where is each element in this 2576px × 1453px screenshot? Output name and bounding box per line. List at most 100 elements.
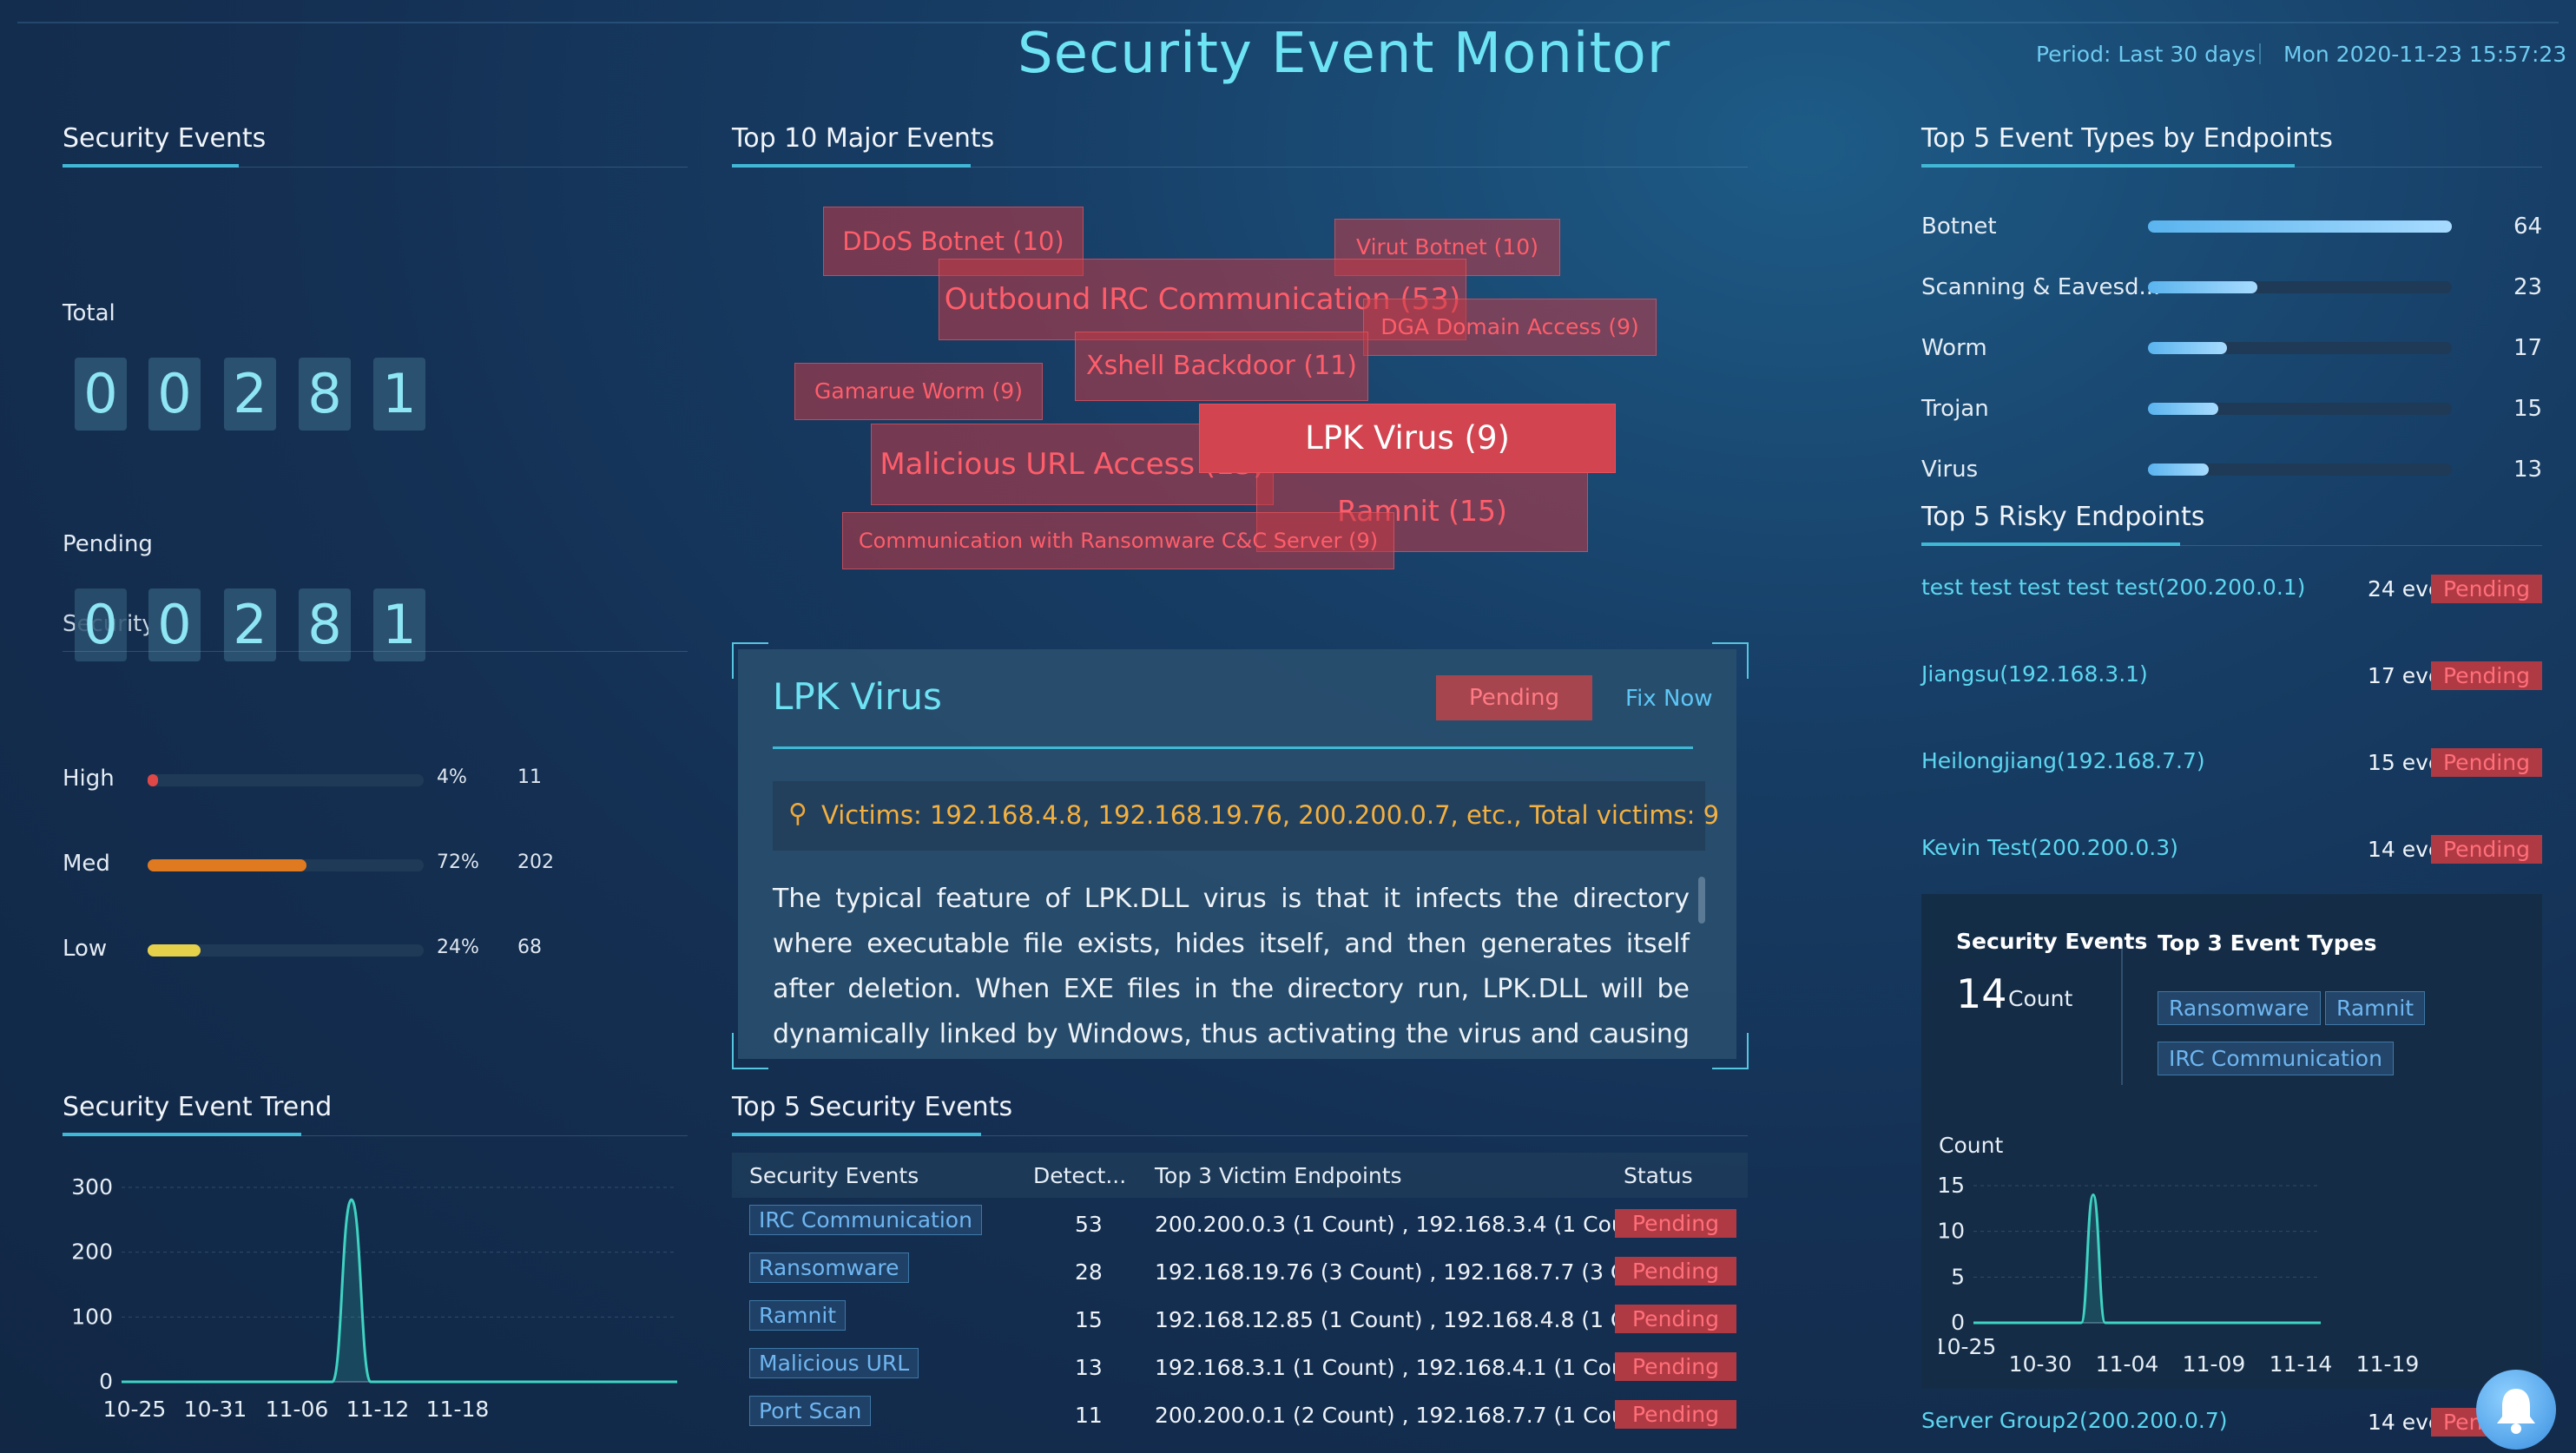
severity-pct: 4%: [437, 766, 467, 788]
x-tick-label: 11-14: [2270, 1351, 2333, 1377]
detect-count: 53: [1075, 1212, 1103, 1237]
column-header[interactable]: Top 3 Victim Endpoints: [1155, 1163, 1402, 1188]
status-badge[interactable]: Pending: [1615, 1257, 1736, 1285]
column-header[interactable]: Detect...: [1033, 1163, 1126, 1188]
event-type-value: 23: [2513, 274, 2543, 300]
type-bar-fill: [2148, 220, 2452, 233]
event-type-tag[interactable]: Port Scan: [749, 1396, 872, 1426]
section-divider: [63, 167, 688, 168]
event-tag[interactable]: DGA Domain Access (9): [1363, 299, 1657, 356]
severity-count: 68: [517, 937, 542, 958]
event-type-label: Botnet: [1921, 214, 1997, 240]
event-type-label: Worm: [1921, 335, 1987, 361]
x-tick-label: 11-04: [2096, 1351, 2159, 1377]
endpoint-name[interactable]: test test test test test(200.200.0.1): [1921, 575, 2305, 600]
event-type-value: 64: [2513, 214, 2543, 240]
risky-endpoints-title-text: Top 5 Risky Endpoints: [1921, 502, 2205, 532]
total-digit: 0: [75, 358, 127, 431]
event-types-title-text: Top 5 Event Types by Endpoints: [1921, 123, 2333, 154]
status-badge[interactable]: Pending: [1615, 1209, 1736, 1238]
event-types-title: Top 5 Event Types by Endpoints: [1921, 123, 2333, 168]
security-events-title: Security Events: [63, 123, 266, 168]
event-tag[interactable]: Gamarue Worm (9): [794, 363, 1043, 420]
severity-bar-track: [148, 774, 424, 786]
y-tick-label: 200: [71, 1239, 113, 1265]
status-badge[interactable]: Pending: [2431, 575, 2542, 603]
fix-now-link[interactable]: Fix Now: [1625, 686, 1713, 712]
type-bar-fill: [2148, 464, 2209, 476]
x-tick-label: 10-31: [184, 1397, 247, 1422]
popup-trend-chart: 0 5 10 15 Count 10-25 10-30 11-04 11-09 11-14 11-1…: [1939, 1133, 2420, 1377]
event-tag[interactable]: Communication with Ransomware C&C Server…: [842, 512, 1394, 569]
endpoint-detail-popup: Security Events 14 Count Top 3 Event Typ…: [1921, 894, 2542, 1389]
top10-title: Top 10 Major Events: [732, 123, 995, 168]
victim-endpoints: 200.200.0.3 (1 Count) , 192.168.3.4 (1 C…: [1155, 1212, 1646, 1237]
x-tick-label: 11-19: [2356, 1351, 2420, 1377]
current-datetime: Mon 2020-11-23 15:57:23: [2283, 42, 2567, 67]
victims-box: ⚲ Victims: 192.168.4.8, 192.168.19.76, 2…: [773, 781, 1719, 851]
endpoint-name[interactable]: Jiangsu(192.168.3.1): [1921, 661, 2148, 687]
x-tick-label: 10-30: [2009, 1351, 2072, 1377]
severity-label: Low: [63, 936, 108, 962]
event-type-tag[interactable]: IRC Communication: [749, 1205, 982, 1235]
status-badge[interactable]: Pending: [1615, 1352, 1736, 1381]
x-tick-label: 10-25: [103, 1397, 167, 1422]
card-scrollbar[interactable]: [1698, 877, 1705, 924]
event-type-value: 13: [2513, 457, 2543, 483]
event-type-tag[interactable]: Malicious URL: [749, 1348, 919, 1378]
event-type-tag[interactable]: Ransomware: [749, 1252, 909, 1283]
status-badge[interactable]: Pending: [2431, 661, 2542, 690]
bell-icon: [2497, 1389, 2535, 1434]
top10-title-text: Top 10 Major Events: [732, 123, 995, 154]
severity-bar-fill: [148, 859, 306, 871]
event-tag[interactable]: Xshell Backdoor (11): [1075, 332, 1368, 401]
event-type-tag[interactable]: Ramnit: [749, 1300, 847, 1331]
pending-label: Pending: [63, 531, 153, 557]
severity-bar-fill: [148, 944, 201, 957]
status-badge[interactable]: Pending: [1615, 1400, 1736, 1429]
card-title: LPK Virus: [773, 675, 942, 718]
risky-endpoints-title: Top 5 Risky Endpoints: [1921, 502, 2205, 546]
detect-count: 28: [1075, 1259, 1103, 1285]
period-selector[interactable]: Period: Last 30 days: [2036, 42, 2256, 67]
event-tag-selected[interactable]: LPK Virus (9): [1199, 404, 1616, 473]
event-type-tag[interactable]: Ramnit: [2325, 991, 2426, 1025]
popup-divider: [2121, 946, 2123, 1085]
series-area: [1973, 1194, 2321, 1323]
column-header[interactable]: Status: [1624, 1163, 1693, 1188]
card-divider: [773, 746, 1693, 749]
endpoint-name[interactable]: Server Group2(200.200.0.7): [1921, 1408, 2228, 1433]
notification-button[interactable]: [2476, 1370, 2556, 1450]
card-status-badge[interactable]: Pending: [1436, 675, 1592, 720]
section-divider: [63, 1135, 688, 1136]
series-area: [122, 1200, 677, 1382]
card-description: The typical feature of LPK.DLL virus is …: [773, 884, 1690, 1049]
severity-label: Med: [63, 851, 110, 877]
x-tick-label: 11-09: [2183, 1351, 2246, 1377]
y-tick-label: 300: [71, 1174, 113, 1200]
event-type-label: Trojan: [1921, 396, 1989, 422]
event-detail-card: LPK Virus Pending Fix Now ⚲ Victims: 192…: [738, 649, 1736, 1059]
type-bar-fill: [2148, 342, 2227, 354]
severity-pct: 24%: [437, 937, 479, 958]
column-header[interactable]: Security Events: [749, 1163, 919, 1188]
lightbulb-icon: ⚲: [788, 799, 807, 829]
endpoint-name[interactable]: Kevin Test(200.200.0.3): [1921, 835, 2178, 860]
endpoint-name[interactable]: Heilongjiang(192.168.7.7): [1921, 748, 2205, 773]
event-type-tag[interactable]: Ransomware: [2158, 991, 2321, 1025]
status-badge[interactable]: Pending: [1615, 1305, 1736, 1333]
status-badge[interactable]: Pending: [2431, 748, 2542, 777]
event-type-tag[interactable]: IRC Communication: [2158, 1042, 2394, 1075]
x-tick-label: 10-25: [1939, 1334, 1996, 1359]
victim-endpoints: 192.168.3.1 (1 Count) , 192.168.4.1 (1 C…: [1155, 1355, 1646, 1380]
series-line: [122, 1198, 677, 1384]
top5-title: Top 5 Security Events: [732, 1092, 1012, 1136]
y-tick-label: 0: [99, 1369, 113, 1394]
popup-events-unit: Count: [2008, 986, 2073, 1011]
section-divider: [732, 167, 1748, 168]
x-tick-label: 11-18: [426, 1397, 490, 1422]
trend-title-text: Security Event Trend: [63, 1092, 333, 1122]
trend-chart: 0 100 200 300 10-25 10-31 11-06 11-12 11-18: [71, 1174, 677, 1422]
detect-count: 15: [1075, 1307, 1103, 1332]
status-badge[interactable]: Pending: [2431, 835, 2542, 864]
